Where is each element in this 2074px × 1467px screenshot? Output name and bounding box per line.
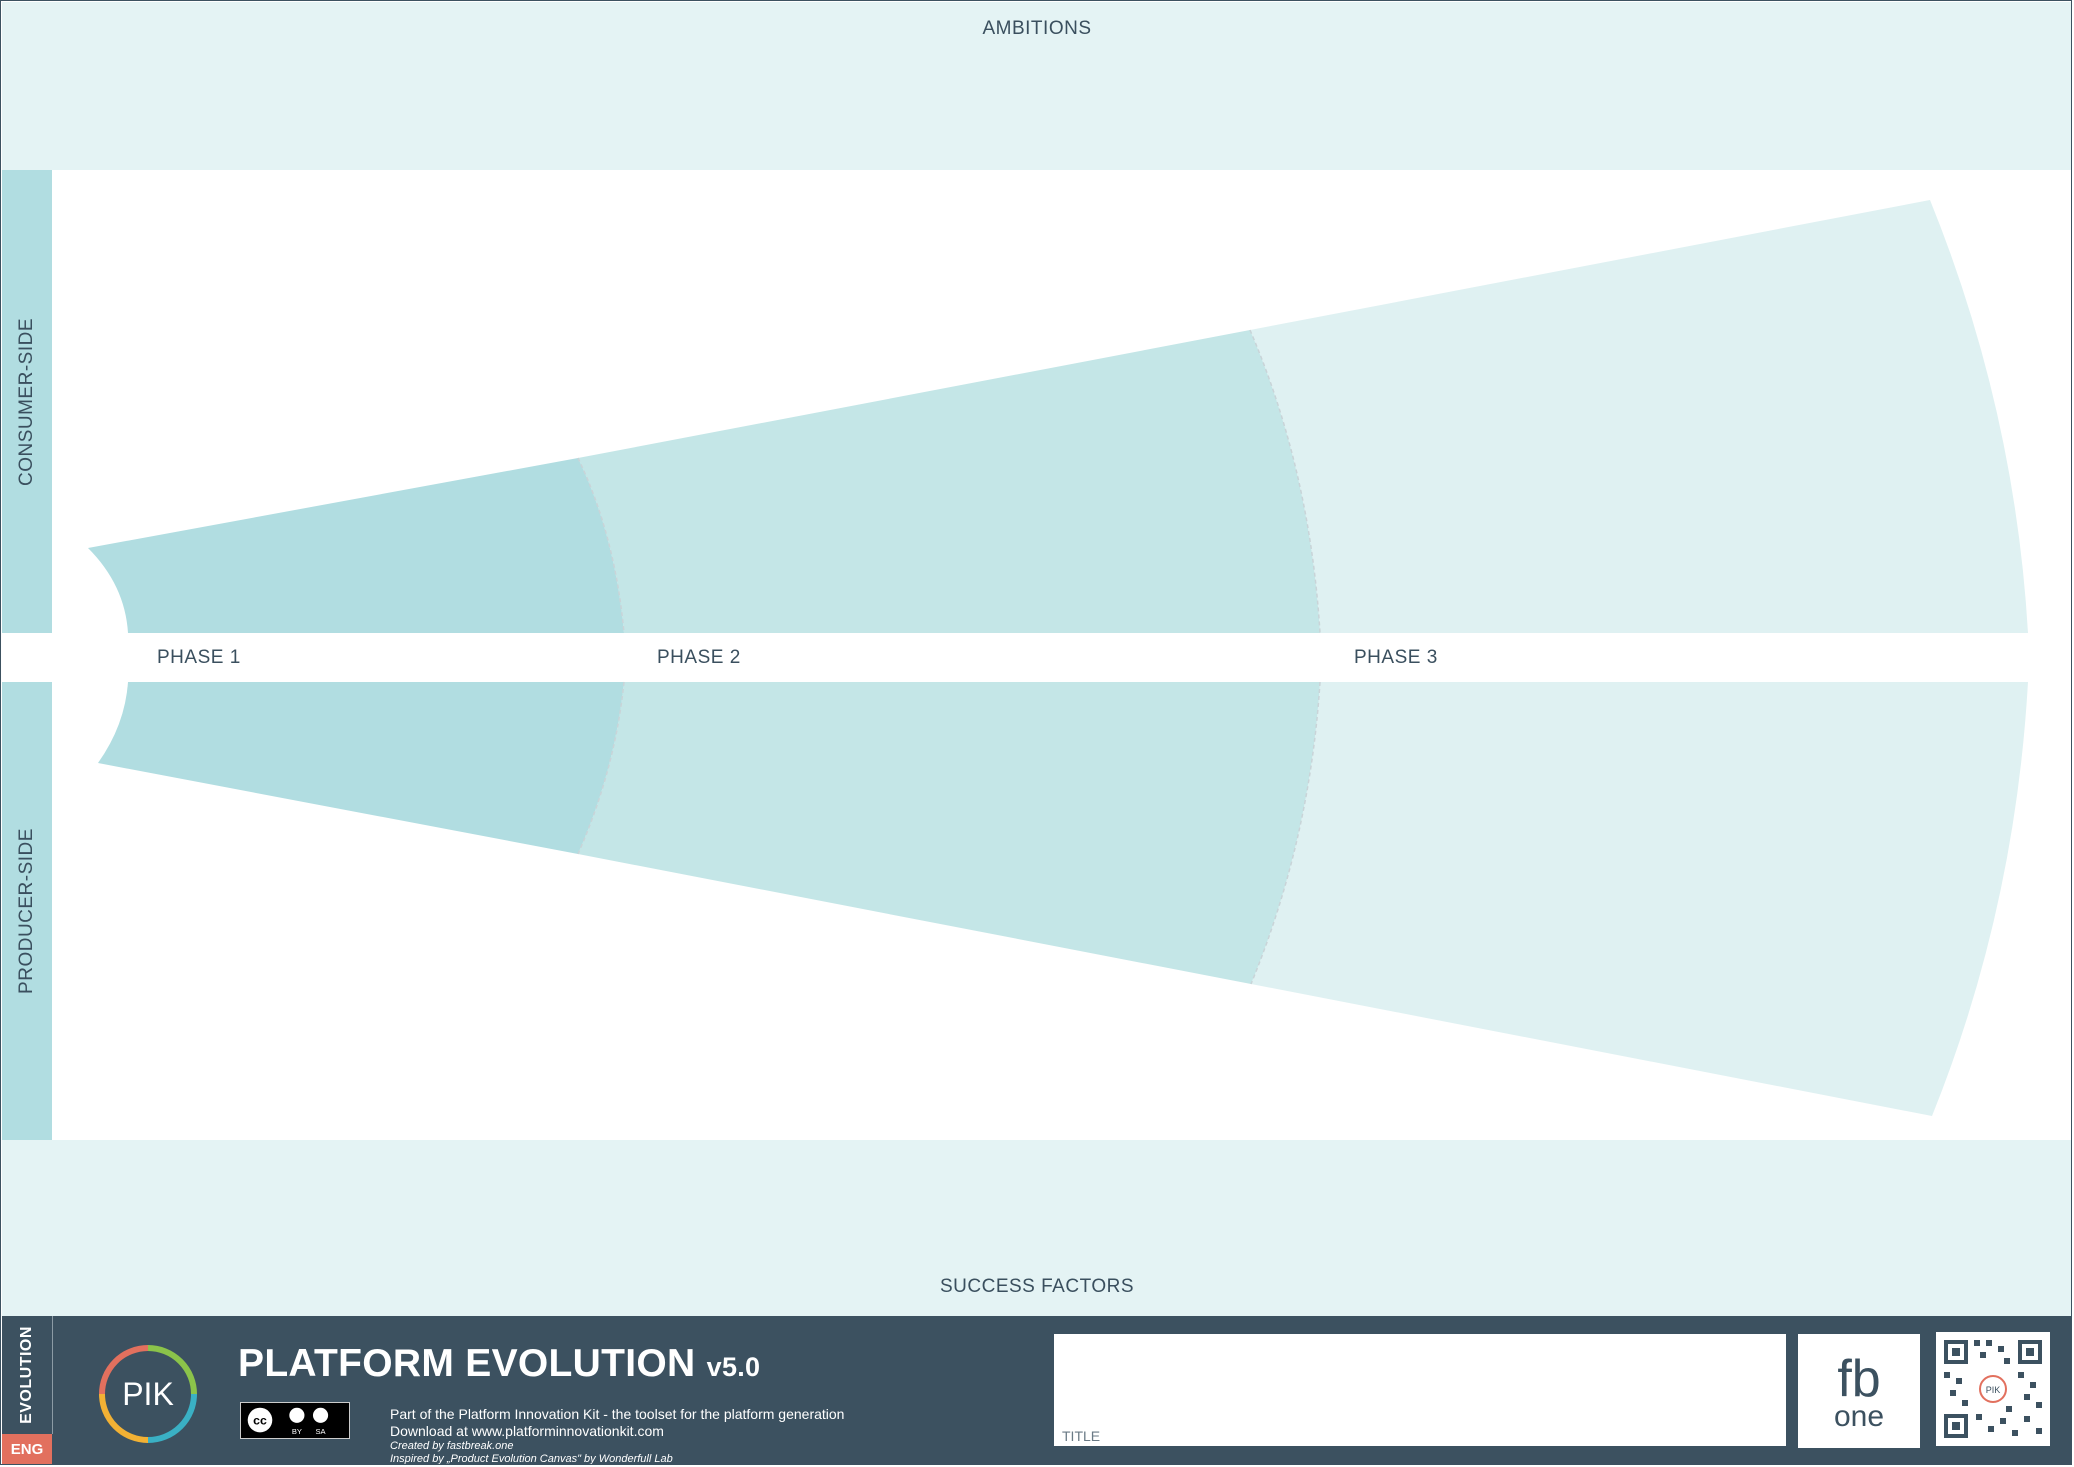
fb-logo-bottom: one — [1834, 1400, 1884, 1433]
phase-3-label: PHASE 3 — [1354, 647, 1438, 668]
cc-by-icon — [289, 1407, 305, 1423]
success-factors-area[interactable]: SUCCESS FACTORS — [2, 1140, 2072, 1316]
success-factors-label: SUCCESS FACTORS — [939, 1276, 1135, 1297]
phase-2-label: PHASE 2 — [657, 647, 741, 668]
footer: EVOLUTION ENG PIK PLATFORM EVOLUTION v5.… — [2, 1316, 2072, 1465]
created-by: Created by fastbreak.one — [390, 1440, 514, 1452]
title-field-label: TITLE — [1062, 1428, 1101, 1444]
phase-1-producer-region[interactable] — [98, 682, 624, 854]
qr-center-text: PIK — [1986, 1385, 2001, 1395]
footer-info: Part of the Platform Innovation Kit - th… — [390, 1406, 844, 1466]
version-label: v5.0 — [706, 1352, 761, 1382]
svg-text:cc: cc — [253, 1414, 267, 1428]
phase-3-producer-region[interactable] — [1251, 682, 2028, 1116]
evolution-funnel — [88, 200, 2028, 1116]
fastbreak-logo: fb one — [1798, 1334, 1920, 1448]
info-line-1: Part of the Platform Innovation Kit - th… — [390, 1406, 845, 1422]
phase-3-consumer-region[interactable] — [1250, 200, 2028, 633]
pik-logo: PIK — [99, 1345, 197, 1443]
canvas-title-text: PLATFORM EVOLUTION — [238, 1342, 696, 1385]
inspired-by: Inspired by „Product Evolution Canvas" b… — [390, 1453, 673, 1465]
cc-sa-label: SA — [316, 1427, 327, 1436]
qr-code: PIK — [1936, 1332, 2050, 1446]
phase-1-consumer-region[interactable] — [88, 458, 624, 633]
pik-logo-text: PIK — [122, 1376, 174, 1412]
language-badge[interactable]: ENG — [2, 1434, 52, 1465]
cc-by-label: BY — [292, 1427, 302, 1436]
section-label: EVOLUTION — [2, 1316, 53, 1434]
section-label-text: EVOLUTION — [18, 1326, 35, 1424]
canvas-title: PLATFORM EVOLUTION v5.0 — [238, 1342, 760, 1386]
cc-license-badge: cc BY SA — [240, 1402, 350, 1439]
title-field[interactable]: TITLE — [1054, 1334, 1786, 1446]
phase-1-label: PHASE 1 — [157, 647, 241, 668]
cc-sa-icon — [312, 1407, 329, 1423]
info-line-2[interactable]: Download at www.platforminnovationkit.co… — [390, 1423, 844, 1440]
phase-2-consumer-region[interactable] — [578, 330, 1320, 633]
phase-2-producer-region[interactable] — [578, 682, 1320, 984]
